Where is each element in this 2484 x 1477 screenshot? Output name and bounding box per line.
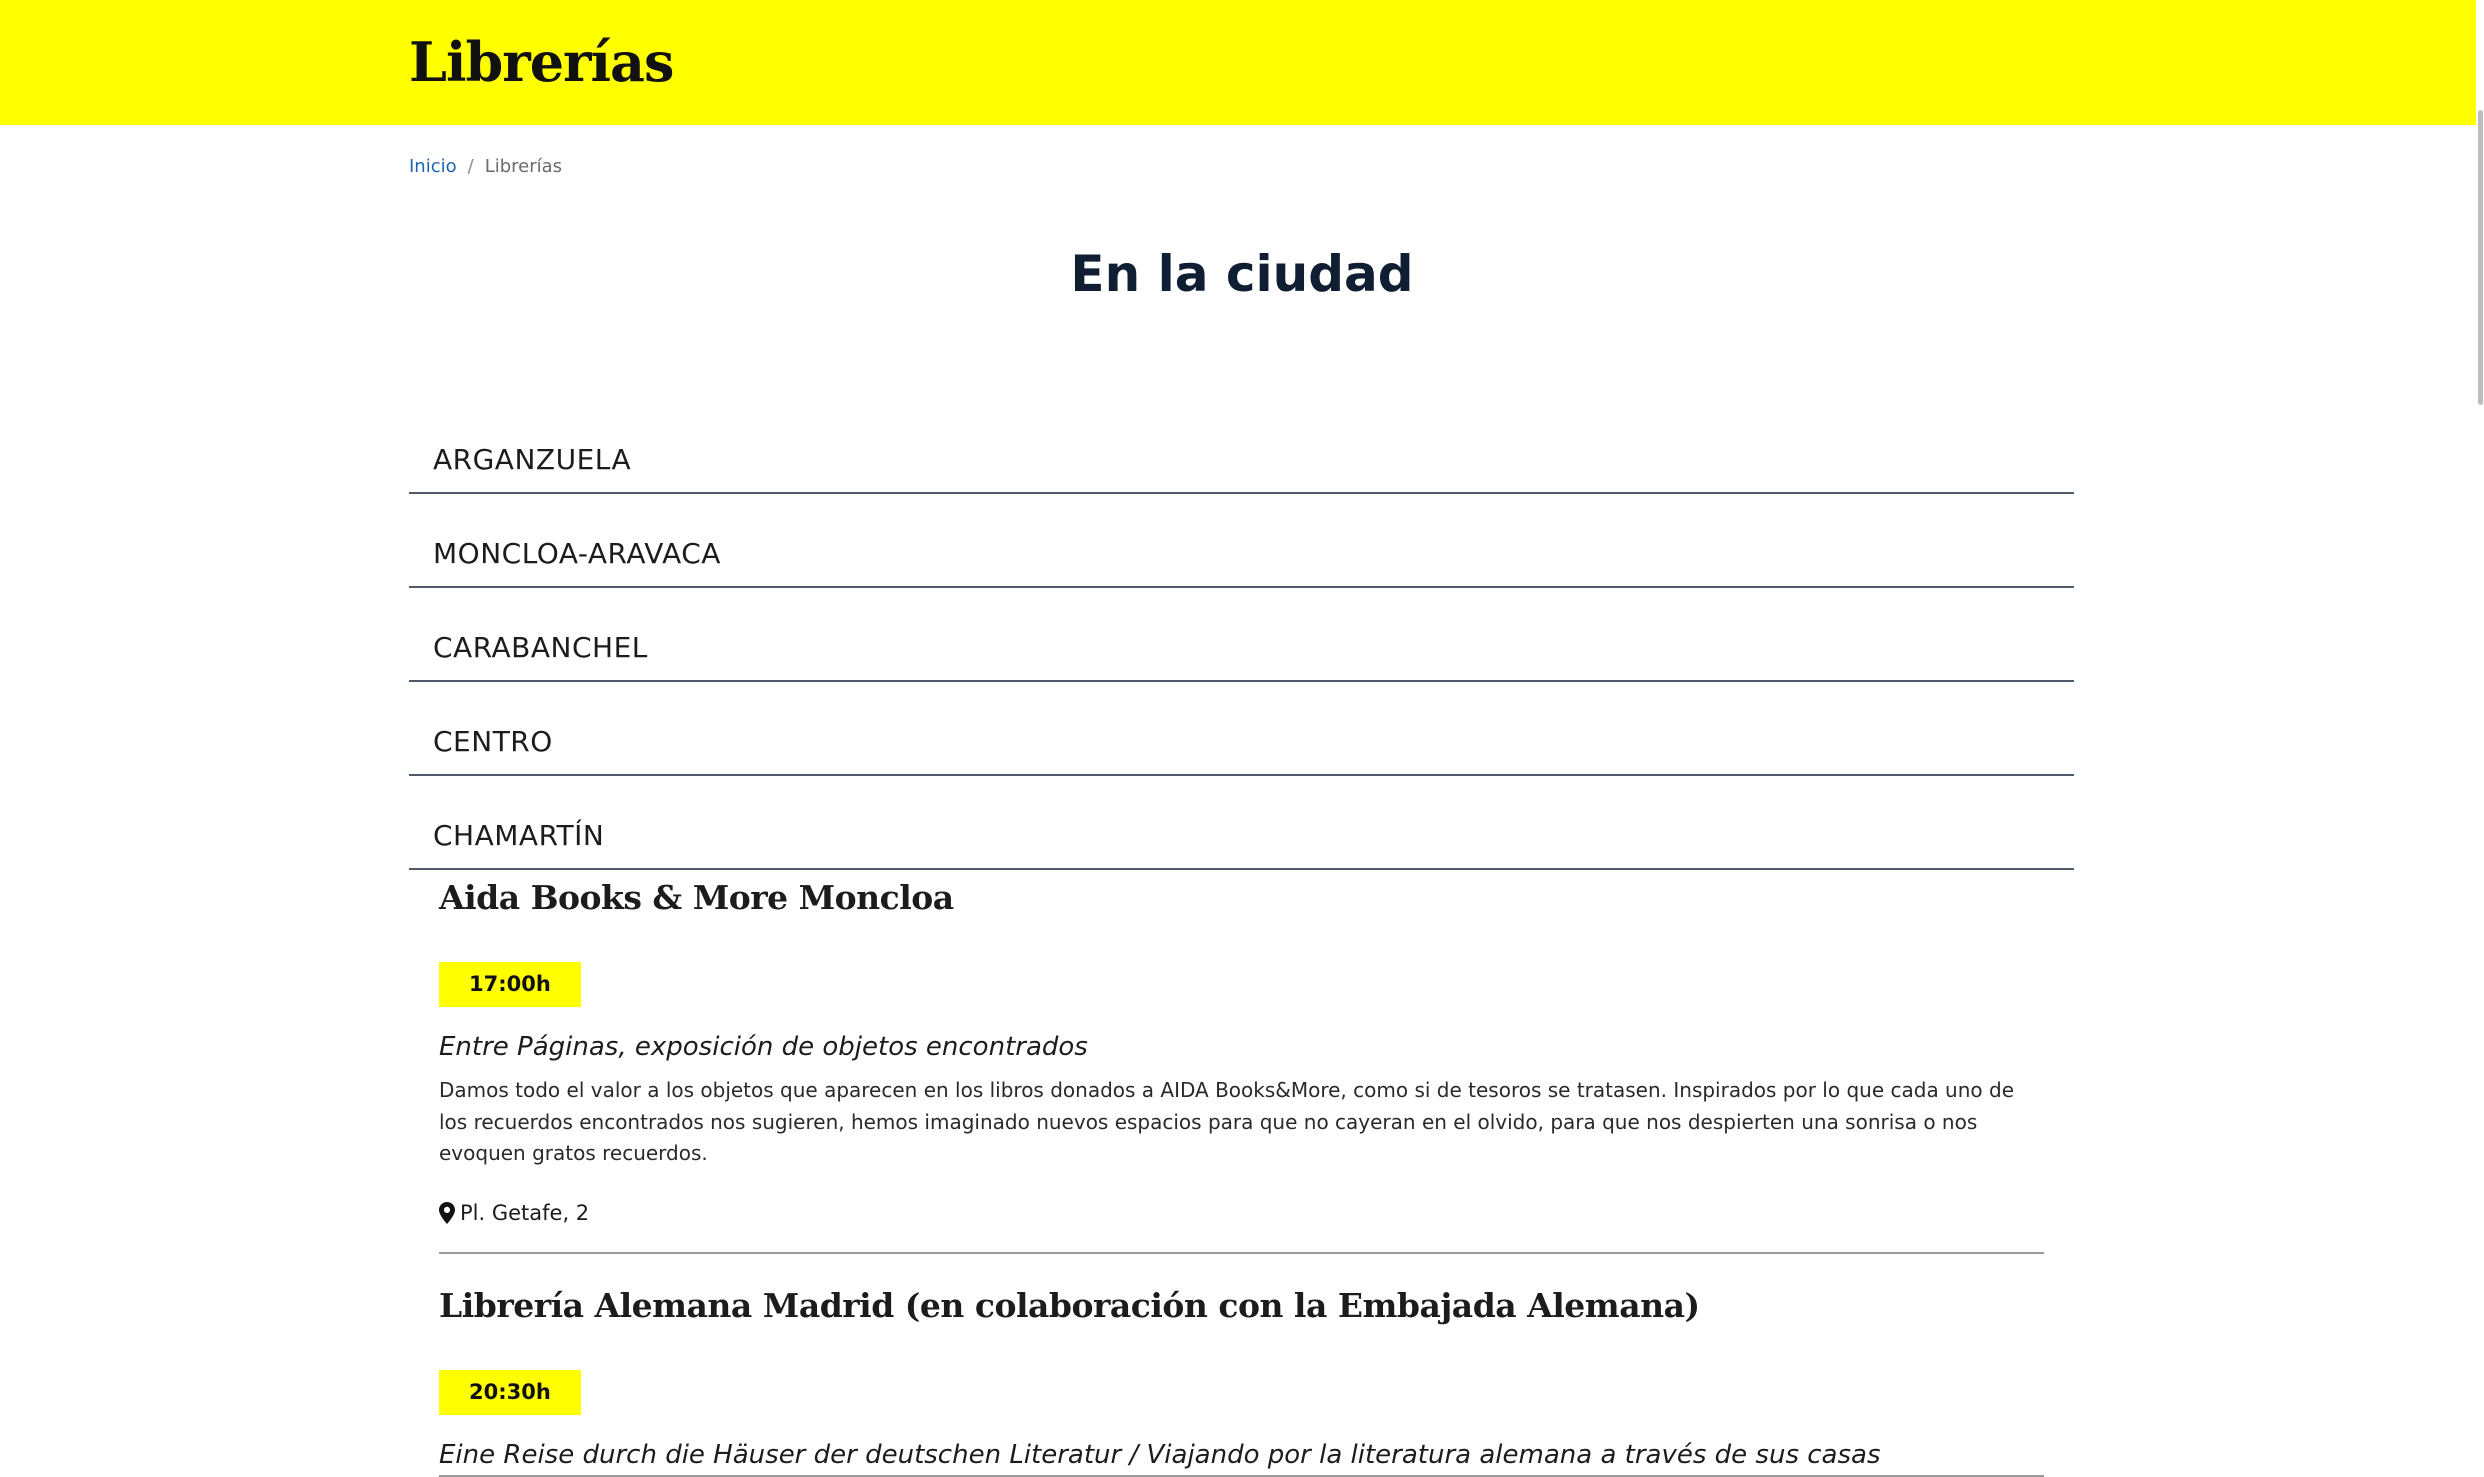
event-description: Damos todo el valor a los objetos que ap…: [439, 1078, 2014, 1165]
district-item-chamartin[interactable]: CHAMARTÍN: [409, 776, 2074, 870]
event-card: Aida Books & More Moncloa 17:00h Entre P…: [439, 862, 2044, 1254]
district-item-arganzuela[interactable]: ARGANZUELA: [409, 400, 2074, 494]
event-location: Pl. Getafe, 2: [439, 1198, 2044, 1252]
district-label: CARABANCHEL: [433, 631, 648, 664]
district-label: CHAMARTÍN: [433, 819, 605, 852]
breadcrumb-current: Librerías: [484, 156, 563, 177]
section-title: En la ciudad: [1070, 245, 1414, 303]
event-name: Aida Books & More Moncloa: [439, 878, 954, 917]
vertical-scrollbar[interactable]: [2476, 0, 2484, 1468]
event-subtitle: Eine Reise durch die Häuser der deutsche…: [439, 1439, 1881, 1470]
district-item-moncloa-aravaca[interactable]: MONCLOA-ARAVACA: [409, 494, 2074, 588]
district-label: CENTRO: [433, 725, 553, 758]
site-header: Librerías: [0, 0, 2476, 125]
breadcrumb: Inicio / Librerías: [409, 154, 562, 180]
breadcrumb-separator: /: [467, 156, 474, 177]
event-list: Aida Books & More Moncloa 17:00h Entre P…: [439, 862, 2044, 1477]
district-item-centro[interactable]: CENTRO: [409, 682, 2074, 776]
event-card: Librería Alemana Madrid (en colaboración…: [439, 1270, 2044, 1477]
event-time-badge: 17:00h: [439, 962, 581, 1007]
event-name: Librería Alemana Madrid (en colaboración…: [439, 1285, 1700, 1325]
event-subtitle: Entre Páginas, exposición de objetos enc…: [439, 1032, 1088, 1062]
event-location-text: Pl. Getafe, 2: [460, 1200, 590, 1225]
district-label: MONCLOA-ARAVACA: [433, 537, 721, 570]
district-item-carabanchel[interactable]: CARABANCHEL: [409, 588, 2074, 682]
map-pin-icon: [439, 1201, 455, 1224]
breadcrumb-home-link[interactable]: Inicio: [409, 156, 457, 177]
page-title: Librerías: [409, 30, 674, 94]
district-accordion: ARGANZUELA MONCLOA-ARAVACA CARABANCHEL C…: [409, 400, 2074, 870]
event-time-badge: 20:30h: [439, 1369, 581, 1415]
district-label: ARGANZUELA: [433, 443, 632, 476]
